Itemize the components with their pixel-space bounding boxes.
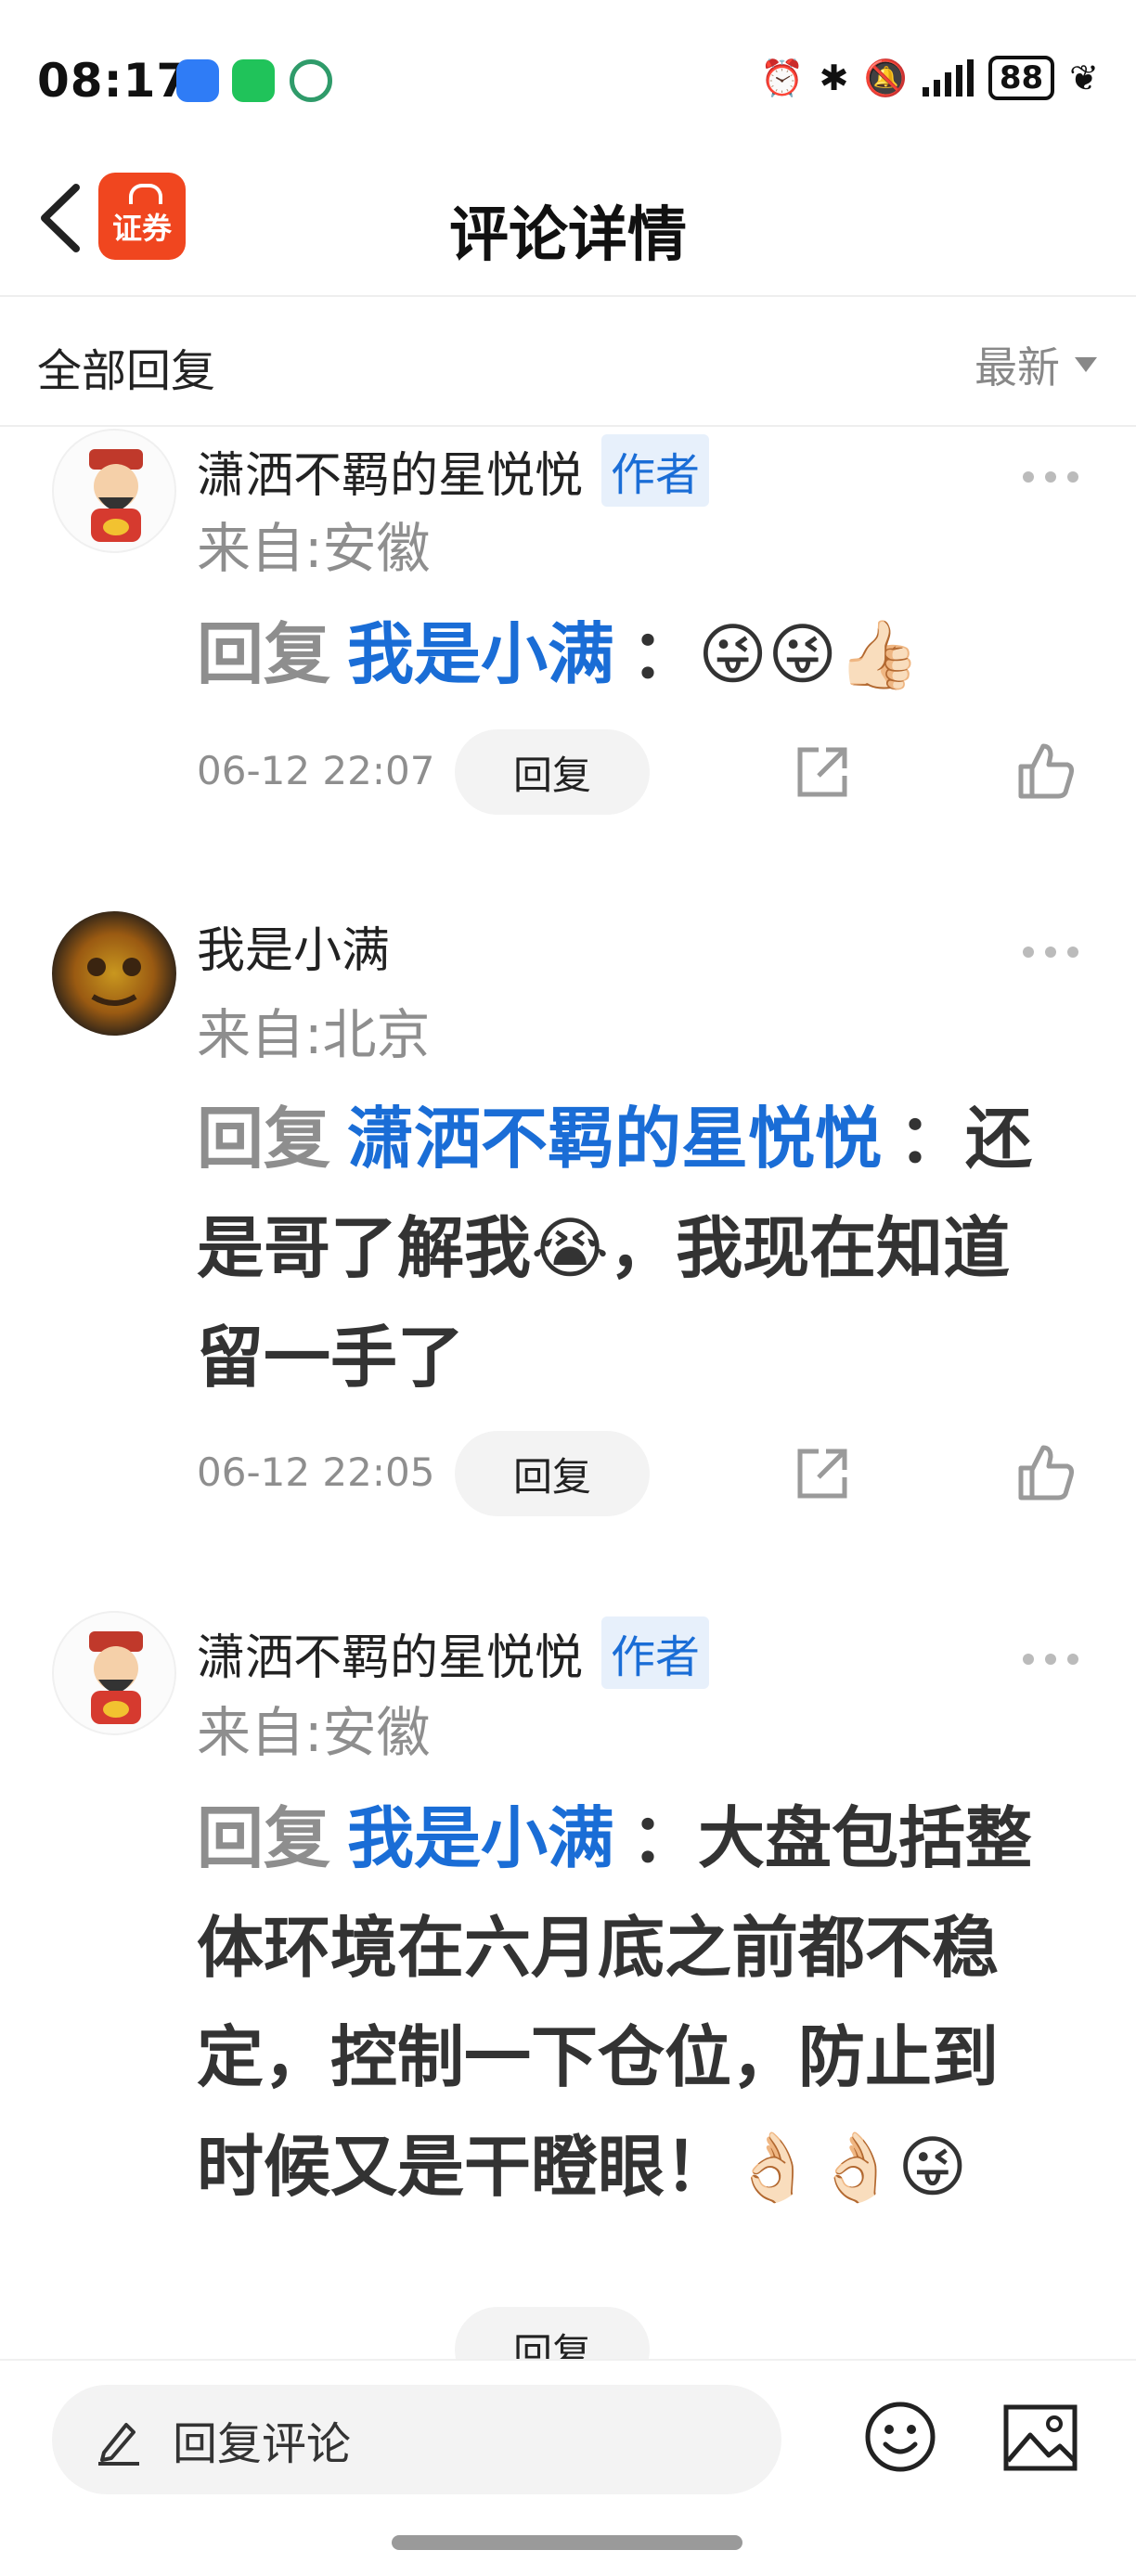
comment-text: ：😜😜👍🏻 [631, 615, 921, 693]
mute-icon: 🔕 [863, 57, 908, 98]
comment-location: 来自:北京 [197, 1003, 431, 1066]
status-right-icons: ⏰ ✱ 🔕 88 ❦ [760, 56, 1099, 100]
reply-prefix: 回复 [197, 1100, 331, 1178]
leaf-icon: ❦ [1069, 58, 1099, 98]
mention-link[interactable]: 潇洒不羁的星悦悦 [347, 1100, 882, 1178]
reply-button[interactable]: 回复 [455, 2307, 650, 2359]
wechat-icon [232, 59, 275, 102]
comment-date: 06-12 22:07 [197, 748, 435, 793]
comment-body: 回复 我是小满 ：大盘包括整体环境在六月底之前都不稳定，控制一下仓位，防止到时候又是… [197, 1784, 1060, 2222]
alarm-icon: ⏰ [760, 57, 805, 98]
sort-bar: 全部回复 最新 [0, 297, 1136, 427]
avatar[interactable] [52, 911, 176, 1036]
more-options-icon[interactable] [1023, 943, 1078, 961]
comment-body: 回复 我是小满 ：😜😜👍🏻 [197, 599, 1060, 709]
nav-bar: 证券 评论详情 [0, 139, 1136, 297]
avatar[interactable] [52, 429, 176, 553]
reply-button[interactable]: 回复 [455, 729, 650, 815]
more-options-icon[interactable] [1023, 468, 1078, 486]
pencil-icon [98, 2423, 139, 2466]
reply-input[interactable]: 回复评论 [52, 2385, 781, 2494]
status-bar: 08:17 ⏰ ✱ 🔕 88 ❦ [0, 0, 1136, 139]
like-icon[interactable] [1015, 741, 1077, 802]
message-icon [176, 59, 219, 102]
reply-input-placeholder: 回复评论 [173, 2418, 352, 2470]
share-icon[interactable] [793, 742, 852, 802]
bottom-bar: 回复评论 [0, 2359, 1136, 2576]
reply-button[interactable]: 回复 [455, 1431, 650, 1516]
signal-icon [922, 59, 974, 97]
sort-dropdown[interactable]: 最新 [975, 334, 1097, 395]
comment-meta: 06-12 22:05 回复 [197, 1431, 1088, 1516]
status-time: 08:17 [37, 54, 190, 108]
image-icon[interactable] [1002, 2403, 1078, 2472]
reply-prefix: 回复 [197, 615, 331, 693]
comment-location: 来自:安徽 [197, 517, 431, 580]
comment-date: 06-12 22:05 [197, 1449, 435, 1495]
bluetooth-icon: ✱ [819, 58, 849, 98]
comment-body: 回复 潇洒不羁的星悦悦 ：还是哥了解我😭，我现在知道留一手了 [197, 1084, 1060, 1412]
comment-username[interactable]: 潇洒不羁的星悦悦 作者 [197, 1616, 710, 1689]
avatar[interactable] [52, 1611, 176, 1735]
comment-username[interactable]: 我是小满 [197, 911, 390, 981]
reply-prefix: 回复 [197, 1799, 331, 1877]
username-text: 我是小满 [197, 923, 391, 979]
home-indicator[interactable] [392, 2535, 742, 2550]
emoji-icon[interactable] [863, 2400, 937, 2474]
author-badge: 作者 [601, 1616, 710, 1689]
yuan-icon [290, 59, 332, 102]
comment-list[interactable]: 潇洒不羁的星悦悦 作者 来自:安徽 回复 我是小满 ：😜😜👍🏻 06-12 22:0… [0, 429, 1136, 2359]
all-replies-label: 全部回复 [37, 345, 216, 397]
battery-icon: 88 [988, 56, 1055, 100]
author-badge: 作者 [601, 434, 710, 507]
comment-meta: 06-12 22:07 回复 [197, 729, 1088, 815]
page-title: 评论详情 [449, 201, 687, 270]
caret-down-icon [1075, 357, 1097, 372]
mention-link[interactable]: 我是小满 [347, 615, 614, 693]
mention-link[interactable]: 我是小满 [347, 1799, 614, 1877]
more-options-icon[interactable] [1023, 1650, 1078, 1668]
username-text: 潇洒不羁的星悦悦 [197, 447, 584, 504]
sort-value: 最新 [975, 342, 1060, 393]
comment-meta: 回复 [197, 2307, 1088, 2359]
like-icon[interactable] [1015, 1442, 1077, 1503]
comment-username[interactable]: 潇洒不羁的星悦悦 作者 [197, 434, 710, 507]
comment-location: 来自:安徽 [197, 1701, 431, 1764]
share-icon[interactable] [793, 1444, 852, 1503]
username-text: 潇洒不羁的星悦悦 [197, 1629, 584, 1686]
